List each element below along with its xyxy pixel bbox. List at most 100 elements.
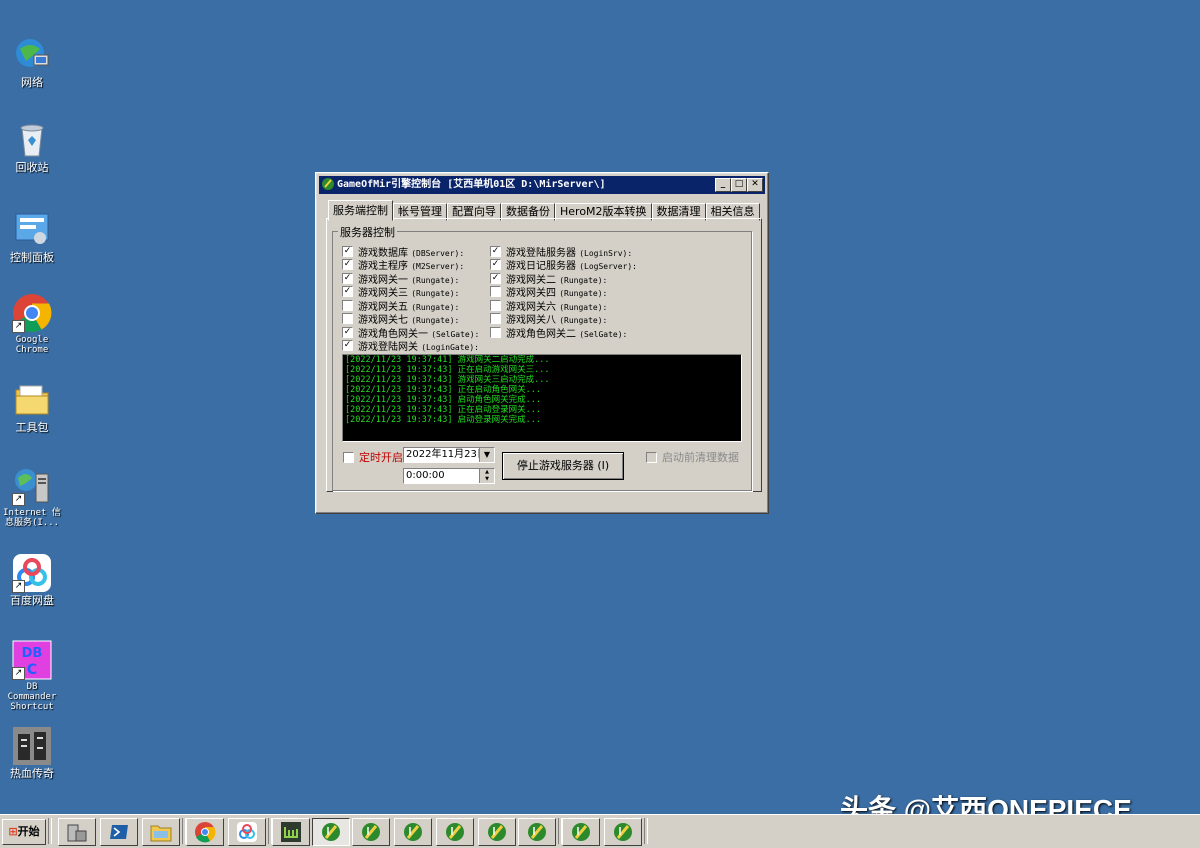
- close-button[interactable]: ✕: [747, 178, 763, 192]
- desktop-icon-db-commander[interactable]: DB C ↗ DB Commander Shortcut: [0, 640, 64, 712]
- desktop-icon-baidu-netdisk[interactable]: ↗ 百度网盘: [0, 553, 64, 607]
- taskbar-powershell[interactable]: [100, 818, 138, 846]
- taskbar-gameofmir-7[interactable]: [562, 818, 600, 846]
- start-button[interactable]: ⊞开始: [2, 819, 46, 845]
- spin-up-icon[interactable]: ▲: [480, 469, 494, 476]
- desktop-icon-label: 回收站: [15, 161, 49, 174]
- checkbox-box[interactable]: [343, 451, 354, 463]
- desktop-icon-label: DB Commander Shortcut: [7, 682, 57, 712]
- checkbox-label: 游戏网关七 (Rungate):: [358, 315, 460, 326]
- checkbox-logingate[interactable]: ✓ 游戏登陆网关 (LoginGate):: [342, 338, 479, 353]
- stop-server-button[interactable]: 停止游戏服务器 (I): [502, 452, 624, 480]
- checkbox-box[interactable]: ✓: [342, 340, 353, 351]
- gameofmir-icon: [614, 823, 632, 841]
- time-value: 0:00:00: [406, 470, 445, 481]
- taskbar-linux-mint[interactable]: [272, 818, 310, 846]
- gameofmir-icon: [322, 823, 340, 841]
- checkbox-box[interactable]: ✓: [342, 273, 353, 284]
- desktop-icon-control-panel[interactable]: 控制面板: [0, 210, 64, 264]
- spin-buttons[interactable]: ▲ ▼: [479, 469, 494, 483]
- log-line: [2022/11/23 19:37:43] 正在启动游戏网关三...: [345, 365, 550, 375]
- server-log[interactable]: [2022/11/23 19:37:41] 游戏网关二启动完成... [2022…: [342, 354, 742, 442]
- checkbox-rungate-4[interactable]: 游戏网关四 (Rungate):: [490, 284, 607, 299]
- checkbox-rungate-8[interactable]: 游戏网关八 (Rungate):: [490, 311, 607, 326]
- gameofmir-icon: [488, 823, 506, 841]
- checkbox-box[interactable]: ✓: [490, 273, 501, 284]
- desktop-icon-chrome[interactable]: ↗ Google Chrome: [0, 293, 64, 355]
- checkbox-box[interactable]: ✓: [342, 246, 353, 257]
- desktop-icon-recycle-bin[interactable]: 回收站: [0, 120, 64, 174]
- taskbar-gameofmir-5[interactable]: [478, 818, 516, 846]
- checkbox-label: 游戏主程序 (M2Server):: [358, 261, 465, 272]
- checkbox-box[interactable]: [490, 300, 501, 311]
- start-label: 开始: [17, 825, 40, 838]
- desktop-icon-network[interactable]: 网络: [0, 35, 64, 89]
- svg-text:C: C: [27, 662, 37, 678]
- tab-server-control[interactable]: 服务端控制: [328, 200, 393, 221]
- checkbox-box[interactable]: ✓: [342, 286, 353, 297]
- checkbox-box[interactable]: [490, 327, 501, 338]
- checkbox-m2server[interactable]: ✓ 游戏主程序 (M2Server):: [342, 257, 464, 272]
- checkbox-selgate-2[interactable]: 游戏角色网关二 (SelGate):: [490, 325, 627, 340]
- checkbox-label: 游戏网关八 (Rungate):: [506, 315, 608, 326]
- log-line: [2022/11/23 19:37:41] 游戏网关二启动完成...: [345, 355, 550, 365]
- log-line: [2022/11/23 19:37:43] 启动角色网关完成...: [345, 395, 541, 405]
- tab-strip: 服务端控制 帐号管理 配置向导 数据备份 HeroM2版本转换 数据清理 相关信…: [328, 200, 760, 221]
- chrome-icon: ↗: [12, 293, 52, 333]
- taskbar-gameofmir-4[interactable]: [436, 818, 474, 846]
- app-icon: [322, 178, 334, 190]
- baidu-netdisk-icon: [237, 822, 257, 842]
- desktop-icon-label: 百度网盘: [10, 594, 54, 607]
- maximize-button[interactable]: □: [731, 178, 747, 192]
- chrome-icon: [195, 822, 216, 843]
- checkbox-box[interactable]: [490, 313, 501, 324]
- explorer-icon: [150, 825, 172, 842]
- date-value: 2022年11月23日: [406, 449, 487, 460]
- desktop-icon-toolkit[interactable]: 工具包: [0, 380, 64, 434]
- iis-server-icon: ↗: [12, 466, 52, 506]
- chevron-down-icon[interactable]: ▼: [479, 448, 494, 462]
- checkbox-box[interactable]: [342, 300, 353, 311]
- checkbox-label: 游戏网关四 (Rungate):: [506, 288, 608, 299]
- taskbar-explorer[interactable]: [142, 818, 180, 846]
- spin-down-icon[interactable]: ▼: [480, 476, 494, 483]
- taskbar-baidu-netdisk[interactable]: [228, 818, 266, 846]
- taskbar-gameofmir-6[interactable]: [518, 818, 556, 846]
- windows-logo-icon: ⊞: [8, 825, 18, 838]
- checkbox-box[interactable]: [490, 286, 501, 297]
- minimize-button[interactable]: _: [715, 178, 731, 192]
- shortcut-arrow-icon: ↗: [12, 580, 25, 593]
- control-panel-icon: [12, 210, 52, 250]
- checkbox-box[interactable]: ✓: [342, 259, 353, 270]
- timer-start-checkbox[interactable]: 定时开启: [343, 449, 403, 465]
- time-picker[interactable]: 0:00:00 ▲ ▼: [403, 468, 495, 484]
- group-title: 服务器控制: [338, 224, 397, 240]
- checkbox-rungate-3[interactable]: ✓ 游戏网关三 (Rungate):: [342, 284, 459, 299]
- checkbox-box[interactable]: ✓: [490, 246, 501, 257]
- log-line: [2022/11/23 19:37:43] 游戏网关三启动完成...: [345, 375, 550, 385]
- desktop-icon-iis[interactable]: ↗ Internet 信息服务(I...: [0, 466, 64, 528]
- taskbar-gameofmir-2[interactable]: [352, 818, 390, 846]
- clean-before-start-checkbox[interactable]: 启动前清理数据: [646, 449, 739, 465]
- taskbar-gameofmir-3[interactable]: [394, 818, 432, 846]
- title-bar[interactable]: GameOfMir引擎控制台 [艾西单机01区 D:\MirServer\] _…: [319, 176, 765, 194]
- shortcut-arrow-icon: ↗: [12, 320, 25, 333]
- checkbox-box[interactable]: [342, 313, 353, 324]
- checkbox-box[interactable]: ✓: [342, 327, 353, 338]
- taskbar-chrome[interactable]: [186, 818, 224, 846]
- taskbar-separator: [644, 818, 648, 844]
- gameofmir-console-window[interactable]: GameOfMir引擎控制台 [艾西单机01区 D:\MirServer\] _…: [315, 172, 769, 514]
- taskbar-gameofmir-1[interactable]: [312, 818, 350, 846]
- checkbox-box[interactable]: [646, 451, 657, 463]
- taskbar: ⊞开始: [0, 814, 1200, 848]
- checkbox-rungate-7[interactable]: 游戏网关七 (Rungate):: [342, 311, 459, 326]
- checkbox-logserver[interactable]: ✓ 游戏日记服务器 (LogServer):: [490, 257, 637, 272]
- db-commander-icon: DB C ↗: [12, 640, 52, 680]
- checkbox-label: 游戏日记服务器 (LogServer):: [506, 261, 637, 272]
- desktop-icon-legend-of-mir[interactable]: 热血传奇: [0, 726, 64, 780]
- checkbox-box[interactable]: ✓: [490, 259, 501, 270]
- taskbar-gameofmir-8[interactable]: [604, 818, 642, 846]
- date-picker[interactable]: 2022年11月23日 ▼: [403, 447, 495, 463]
- folder-icon: [12, 380, 52, 420]
- taskbar-server-manager[interactable]: [58, 818, 96, 846]
